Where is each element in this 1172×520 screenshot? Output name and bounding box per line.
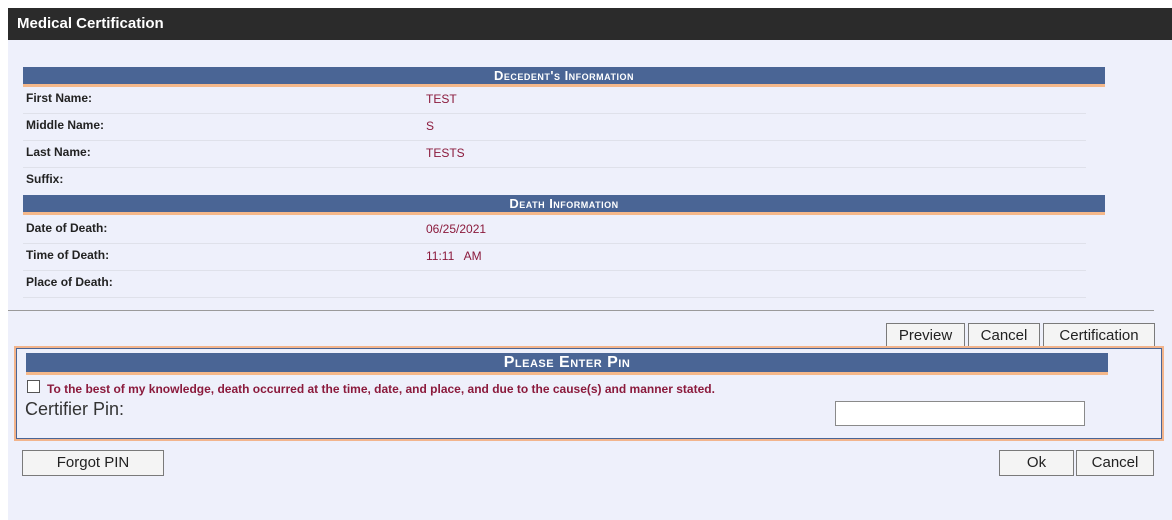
death-info-header: Death Information — [23, 195, 1105, 215]
certifier-pin-label: Certifier Pin: — [25, 399, 125, 419]
section-divider — [8, 310, 1154, 311]
pin-header: Please Enter Pin — [26, 353, 1108, 375]
last-name-label: Last Name: — [26, 145, 91, 159]
date-of-death-label: Date of Death: — [26, 221, 108, 235]
place-of-death-label: Place of Death: — [26, 275, 113, 289]
middle-name-value: S — [426, 119, 435, 133]
last-name-value: TESTS — [426, 146, 465, 160]
attestation-statement: To the best of my knowledge, death occur… — [47, 382, 715, 396]
attestation-checkbox[interactable] — [27, 380, 40, 393]
certifier-pin-input[interactable] — [835, 401, 1085, 426]
decedent-info-header: Decedent's Information — [23, 67, 1105, 87]
time-of-death-label: Time of Death: — [26, 248, 110, 262]
field-row-last-name: Last Name: TESTS — [23, 141, 1086, 168]
pin-entry-inner: Please Enter Pin To the best of my knowl… — [16, 348, 1162, 439]
field-row-first-name: First Name: TEST — [23, 87, 1086, 114]
first-name-label: First Name: — [26, 91, 93, 105]
pin-entry-panel: Please Enter Pin To the best of my knowl… — [14, 346, 1164, 441]
middle-name-label: Middle Name: — [26, 118, 105, 132]
first-name-value: TEST — [426, 92, 457, 106]
medical-certification-window: Medical Certification Decedent's Informa… — [8, 8, 1172, 520]
suffix-label: Suffix: — [26, 172, 64, 186]
window-title: Medical Certification — [8, 8, 1172, 40]
time-of-death-value: 11:11 AM — [426, 249, 482, 263]
field-row-date-of-death: Date of Death: 06/25/2021 — [23, 217, 1086, 244]
ok-button[interactable]: Ok — [999, 450, 1074, 476]
field-row-time-of-death: Time of Death: 11:11 AM — [23, 244, 1086, 271]
field-row-place-of-death: Place of Death: — [23, 271, 1086, 298]
field-row-suffix: Suffix: — [23, 168, 1086, 195]
field-row-middle-name: Middle Name: S — [23, 114, 1086, 141]
date-of-death-value: 06/25/2021 — [426, 222, 487, 236]
forgot-pin-button[interactable]: Forgot PIN — [22, 450, 164, 476]
footer-cancel-button[interactable]: Cancel — [1076, 450, 1154, 476]
